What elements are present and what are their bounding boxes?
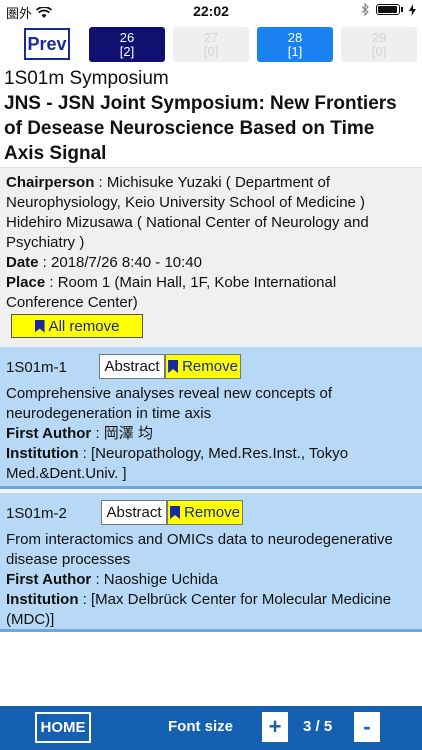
date-value: : 2018/7/26 8:40 - 10:40 xyxy=(38,254,202,271)
remove-label: Remove xyxy=(182,358,238,375)
date-tab-26[interactable]: 26 [2] xyxy=(89,27,165,62)
presentation-title: Comprehensive analyses reveal new concep… xyxy=(6,385,333,422)
remove-button[interactable]: Remove xyxy=(165,354,241,379)
presentation-body: Comprehensive analyses reveal new concep… xyxy=(6,384,416,484)
date-navigation: Prev 26 [2] 27 [0] 28 [1] 29 [0] xyxy=(0,24,422,64)
institution-row: Institution : [Max Delbrück Center for M… xyxy=(6,590,416,630)
place-value: : Room 1 (Main Hall, 1F, Kobe Internatio… xyxy=(6,274,337,311)
date-tab-day: 29 xyxy=(371,30,387,45)
status-right xyxy=(361,3,416,16)
bottom-toolbar: HOME Font size + 3 / 5 - xyxy=(0,706,422,750)
home-button[interactable]: HOME xyxy=(35,712,91,743)
status-bar: 圏外 22:02 xyxy=(0,0,422,22)
status-time: 22:02 xyxy=(193,3,229,19)
date-tab-27[interactable]: 27 [0] xyxy=(173,27,249,62)
session-info: Chairperson : Michisuke Yuzaki ( Departm… xyxy=(0,167,422,347)
presentation-code: 1S01m-2 xyxy=(6,505,67,522)
first-author-label: First Author xyxy=(6,571,92,588)
first-author-value: : Naoshige Uchida xyxy=(91,571,219,588)
session-code: 1S01m Symposium xyxy=(4,68,169,89)
font-decrease-button[interactable]: - xyxy=(354,712,380,742)
session-title: JNS - JSN Joint Symposium: New Frontiers… xyxy=(4,93,397,164)
bluetooth-icon xyxy=(361,3,369,16)
date-tab-day: 28 xyxy=(287,30,303,45)
date-tab-count: [0] xyxy=(203,44,219,59)
chairperson-label: Chairperson xyxy=(6,174,95,191)
date-label: Date xyxy=(6,254,39,271)
presentation-code: 1S01m-1 xyxy=(6,359,67,376)
chairperson-row: Chairperson : Michisuke Yuzaki ( Departm… xyxy=(6,173,416,253)
presentation-title: From interactomics and OMICs data to neu… xyxy=(6,531,393,568)
bookmark-icon xyxy=(168,360,179,373)
first-author-value: : 岡澤 均 xyxy=(91,425,153,442)
date-row: Date : 2018/7/26 8:40 - 10:40 xyxy=(6,253,416,273)
bookmark-icon xyxy=(170,506,181,519)
font-increase-button[interactable]: + xyxy=(262,712,288,742)
date-tab-count: [0] xyxy=(371,44,387,59)
abstract-button[interactable]: Abstract xyxy=(101,500,167,525)
prev-button[interactable]: Prev xyxy=(24,28,70,60)
institution-label: Institution xyxy=(6,445,79,462)
place-row: Place : Room 1 (Main Hall, 1F, Kobe Inte… xyxy=(6,273,416,313)
abstract-button[interactable]: Abstract xyxy=(99,354,165,379)
first-author-label: First Author xyxy=(6,425,92,442)
place-label: Place xyxy=(6,274,46,291)
date-tab-day: 26 xyxy=(119,30,135,45)
charging-icon xyxy=(409,3,416,16)
remove-label: Remove xyxy=(184,504,240,521)
first-author-row: First Author : 岡澤 均 xyxy=(6,424,416,444)
date-tab-count: [1] xyxy=(287,44,303,59)
session-header: 1S01m Symposium JNS - JSN Joint Symposiu… xyxy=(0,64,422,167)
bookmark-icon xyxy=(34,319,45,333)
all-remove-label: All remove xyxy=(48,317,120,335)
presentation-card[interactable]: 1S01m-1 Abstract Remove Comprehensive an… xyxy=(0,347,422,489)
presentation-card[interactable]: 1S01m-2 Abstract Remove From interactomi… xyxy=(0,493,422,632)
first-author-row: First Author : Naoshige Uchida xyxy=(6,570,416,590)
presentation-body: From interactomics and OMICs data to neu… xyxy=(6,530,416,630)
date-tab-count: [2] xyxy=(119,44,135,59)
battery-icon xyxy=(376,4,403,15)
date-tab-28[interactable]: 28 [1] xyxy=(257,27,333,62)
session-info-text: Chairperson : Michisuke Yuzaki ( Departm… xyxy=(6,173,416,313)
institution-label: Institution xyxy=(6,591,79,608)
remove-button[interactable]: Remove xyxy=(167,500,243,525)
institution-row: Institution : [Neuropathology, Med.Res.I… xyxy=(6,444,416,484)
date-tab-day: 27 xyxy=(203,30,219,45)
font-size-label: Font size xyxy=(168,718,234,735)
date-tab-29[interactable]: 29 [0] xyxy=(341,27,417,62)
all-remove-button[interactable]: All remove xyxy=(11,314,143,338)
page-indicator: 3 / 5 xyxy=(303,718,333,735)
